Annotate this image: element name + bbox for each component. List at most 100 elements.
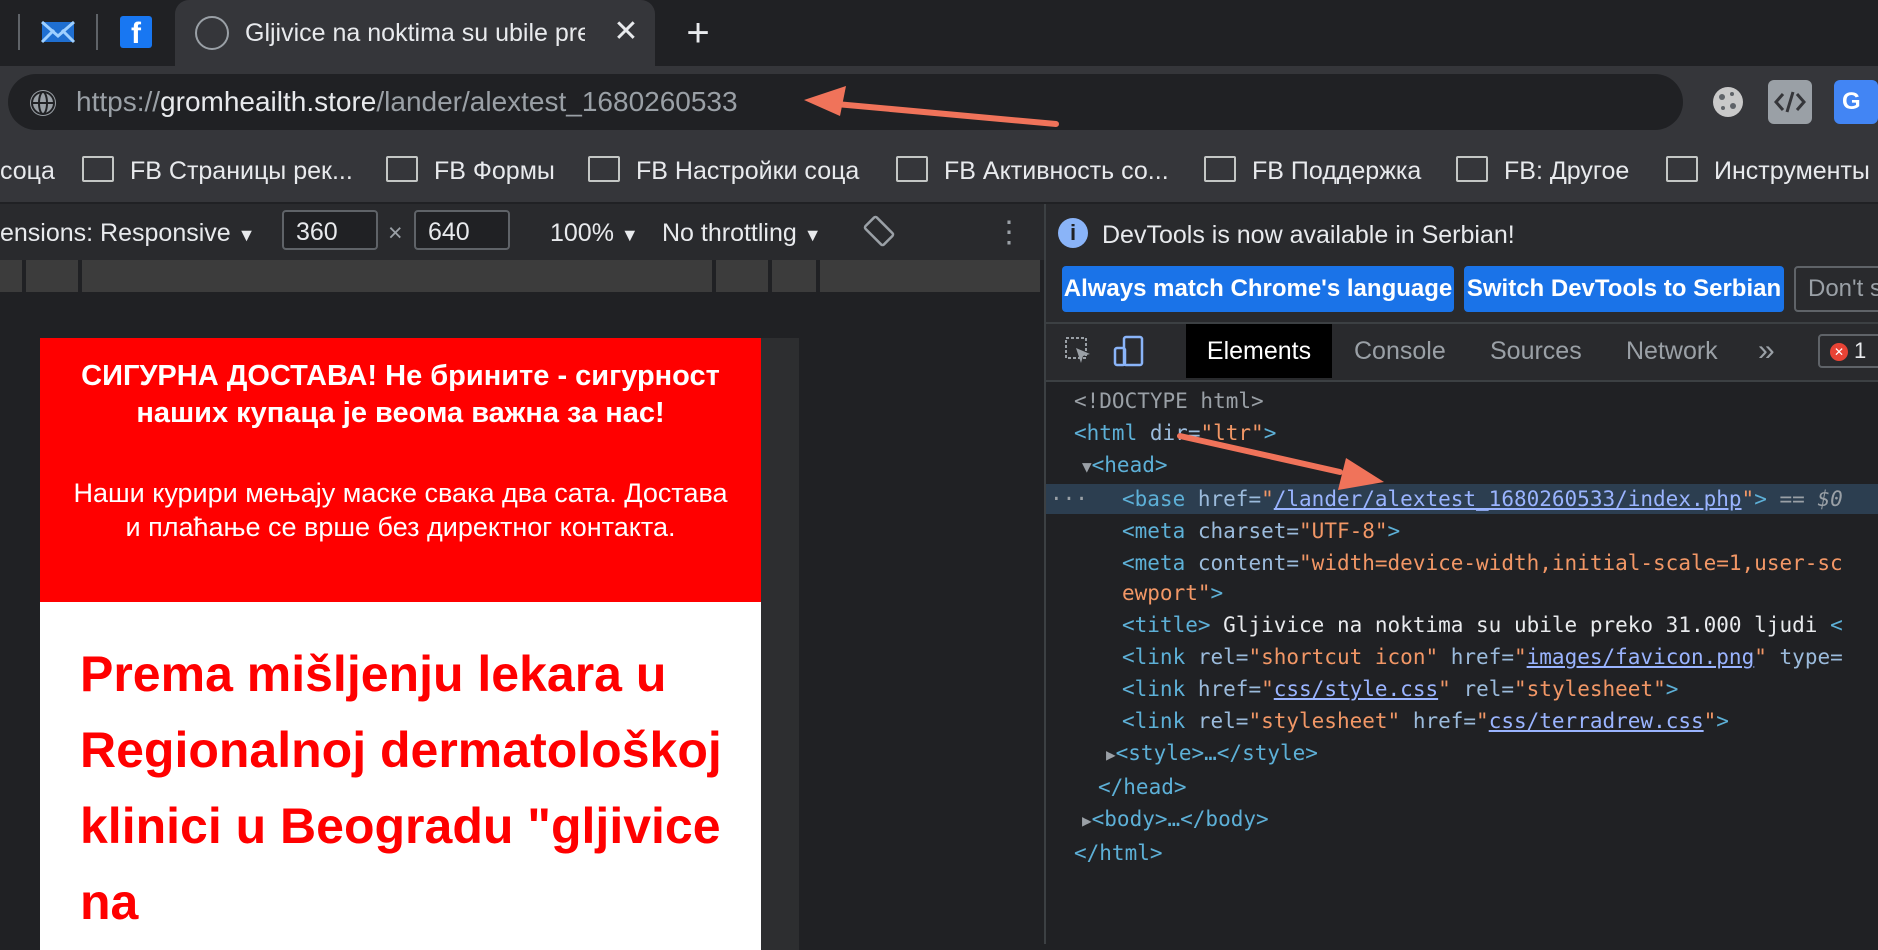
device-viewport: СИГУРНА ДОСТАВА! Не брините - сигурност … — [0, 294, 1044, 950]
delivery-banner: СИГУРНА ДОСТАВА! Не брините - сигурност … — [40, 338, 761, 602]
tab-sources[interactable]: Sources — [1490, 324, 1582, 378]
more-options-icon[interactable]: ⋮ — [994, 216, 1024, 250]
bookmark-item[interactable]: FB Страницы рек... — [82, 152, 353, 190]
article-headline: Prema mišljenju lekara u Regionalnoj der… — [80, 646, 722, 930]
info-text: DevTools is now available in Serbian! — [1102, 221, 1515, 249]
rotate-icon[interactable] — [862, 214, 896, 248]
ruler-segment[interactable] — [0, 260, 22, 292]
favicon-link[interactable]: images/favicon.png — [1527, 645, 1755, 669]
elements-tree: <!DOCTYPE html> <html dir="ltr"> ▼<head>… — [1046, 378, 1878, 944]
code-line[interactable]: ▶<style>…</style> — [1106, 738, 1318, 768]
folder-icon — [82, 156, 114, 182]
code-line[interactable]: <title> Gljivice na noktima su ubile pre… — [1122, 610, 1843, 640]
media-query-ruler — [0, 260, 1044, 294]
tab-title: Gljivice na noktima su ubile preko 31.00… — [245, 19, 585, 47]
dont-show-again-button[interactable]: Don't show again — [1794, 266, 1878, 312]
style-css-link[interactable]: css/style.css — [1274, 677, 1438, 701]
tab-separator — [96, 14, 98, 50]
info-icon: i — [1058, 218, 1088, 248]
bookmark-item[interactable]: Инструменты — [1666, 152, 1870, 190]
url-path: /lander/alextest_1680260533 — [376, 86, 738, 117]
bookmark-item[interactable]: FB Поддержка — [1204, 152, 1421, 190]
facebook-icon[interactable]: f — [120, 16, 152, 50]
tab-strip: f Gljivice na noktima su ubile preko 31.… — [0, 0, 1878, 66]
code-line[interactable]: <!DOCTYPE html> — [1074, 386, 1264, 416]
bookmark-item[interactable]: FB Активность со... — [896, 152, 1169, 190]
always-match-language-button[interactable]: Always match Chrome's language — [1062, 266, 1454, 312]
url-host: gromheailth.store — [160, 86, 377, 117]
chevron-down-icon: ▼ — [620, 225, 639, 245]
device-toolbar: ensions: Responsive ▼ 360 × 640 100% ▼ N… — [0, 204, 1044, 260]
code-line[interactable]: <link rel="stylesheet" href="css/terradr… — [1122, 706, 1729, 736]
tab-network[interactable]: Network — [1626, 324, 1718, 378]
close-icon[interactable]: ✕ — [607, 12, 645, 52]
language-infobar: i DevTools is now available in Serbian! … — [1046, 204, 1878, 322]
times-sign: × — [388, 219, 403, 247]
chevron-down-icon: ▼ — [237, 225, 256, 245]
inspect-element-icon[interactable] — [1064, 336, 1094, 366]
code-line[interactable]: </head> — [1098, 772, 1187, 802]
error-counter[interactable]: ✕ 1 — [1818, 334, 1878, 368]
folder-icon — [1456, 156, 1488, 182]
ruler-segment[interactable] — [772, 260, 816, 292]
url-text[interactable]: https://gromheailth.store/lander/alextes… — [76, 84, 738, 120]
code-extension-icon[interactable] — [1768, 80, 1812, 124]
zoom-select[interactable]: 100% ▼ — [550, 216, 639, 250]
banner-title: СИГУРНА ДОСТАВА! Не брините - сигурност … — [81, 360, 720, 429]
expand-triangle-icon[interactable]: ▼ — [1082, 457, 1092, 476]
site-favicon-icon — [195, 16, 229, 50]
code-line[interactable]: <meta charset="UTF-8"> — [1122, 516, 1400, 546]
code-line[interactable]: <meta content="width=device-width,initia… — [1122, 548, 1843, 578]
dimensions-select[interactable]: ensions: Responsive ▼ — [0, 216, 255, 250]
tab-console[interactable]: Console — [1354, 324, 1446, 378]
error-icon: ✕ — [1830, 343, 1848, 361]
bookmark-item[interactable]: соца — [0, 152, 55, 190]
active-tab[interactable]: Gljivice na noktima su ubile preko 31.00… — [175, 0, 655, 66]
address-bar[interactable]: https://gromheailth.store/lander/alextes… — [8, 74, 1683, 130]
page-scrollbar[interactable] — [761, 338, 799, 950]
folder-icon — [386, 156, 418, 182]
terradrew-css-link[interactable]: css/terradrew.css — [1489, 709, 1704, 733]
base-href-link[interactable]: /lander/alextest_1680260533/index.php — [1274, 487, 1742, 511]
mail-icon[interactable] — [40, 16, 76, 48]
toolbar: https://gromheailth.store/lander/alextes… — [0, 66, 1878, 140]
mobile-page: СИГУРНА ДОСТАВА! Не брините - сигурност … — [40, 338, 761, 950]
devtools-tabs: Elements Console Sources Network » ✕ 1 — [1046, 322, 1878, 382]
selected-code-line[interactable]: ··· <base href="/lander/alextest_1680260… — [1046, 484, 1878, 514]
devtools-panel: i DevTools is now available in Serbian! … — [1044, 204, 1878, 944]
device-toggle-icon[interactable] — [1112, 334, 1146, 368]
code-line[interactable]: ewport"> — [1122, 578, 1223, 608]
folder-icon — [588, 156, 620, 182]
expand-triangle-icon[interactable]: ▶ — [1106, 745, 1116, 764]
code-line[interactable]: ▼<head> — [1082, 450, 1168, 480]
error-count: 1 — [1854, 338, 1867, 363]
chevron-down-icon: ▼ — [803, 225, 822, 245]
more-tabs-icon[interactable]: » — [1758, 324, 1775, 378]
code-line[interactable]: ▶<body>…</body> — [1082, 804, 1269, 834]
globe-icon[interactable] — [30, 90, 56, 116]
code-line[interactable]: <link href="css/style.css" rel="styleshe… — [1122, 674, 1678, 704]
width-input[interactable]: 360 — [282, 210, 378, 250]
new-tab-button[interactable]: + — [676, 12, 720, 54]
folder-icon — [896, 156, 928, 182]
code-line[interactable]: </html> — [1074, 838, 1163, 868]
code-line[interactable]: <html dir="ltr"> — [1074, 418, 1276, 448]
switch-to-serbian-button[interactable]: Switch DevTools to Serbian — [1464, 266, 1784, 312]
bookmark-item[interactable]: FB: Другое — [1456, 152, 1629, 190]
expand-triangle-icon[interactable]: ▶ — [1082, 811, 1092, 830]
ruler-segment[interactable] — [716, 260, 768, 292]
bookmark-item[interactable]: FB Формы — [386, 152, 555, 190]
tab-elements[interactable]: Elements — [1186, 324, 1332, 378]
height-input[interactable]: 640 — [414, 210, 510, 250]
cookie-extension-icon[interactable] — [1706, 80, 1750, 124]
bookmark-item[interactable]: FB Настройки соца — [588, 152, 859, 190]
folder-icon — [1666, 156, 1698, 182]
url-protocol: https:// — [76, 86, 161, 117]
banner-text: Наши курири мењају маске свака два сата.… — [73, 478, 728, 542]
translate-extension-icon[interactable]: G — [1834, 80, 1878, 124]
ruler-segment[interactable] — [820, 260, 1040, 292]
throttling-select[interactable]: No throttling ▼ — [662, 216, 822, 250]
ruler-segment[interactable] — [26, 260, 78, 292]
code-line[interactable]: <link rel="shortcut icon" href="images/f… — [1122, 642, 1843, 672]
ruler-segment[interactable] — [82, 260, 712, 292]
